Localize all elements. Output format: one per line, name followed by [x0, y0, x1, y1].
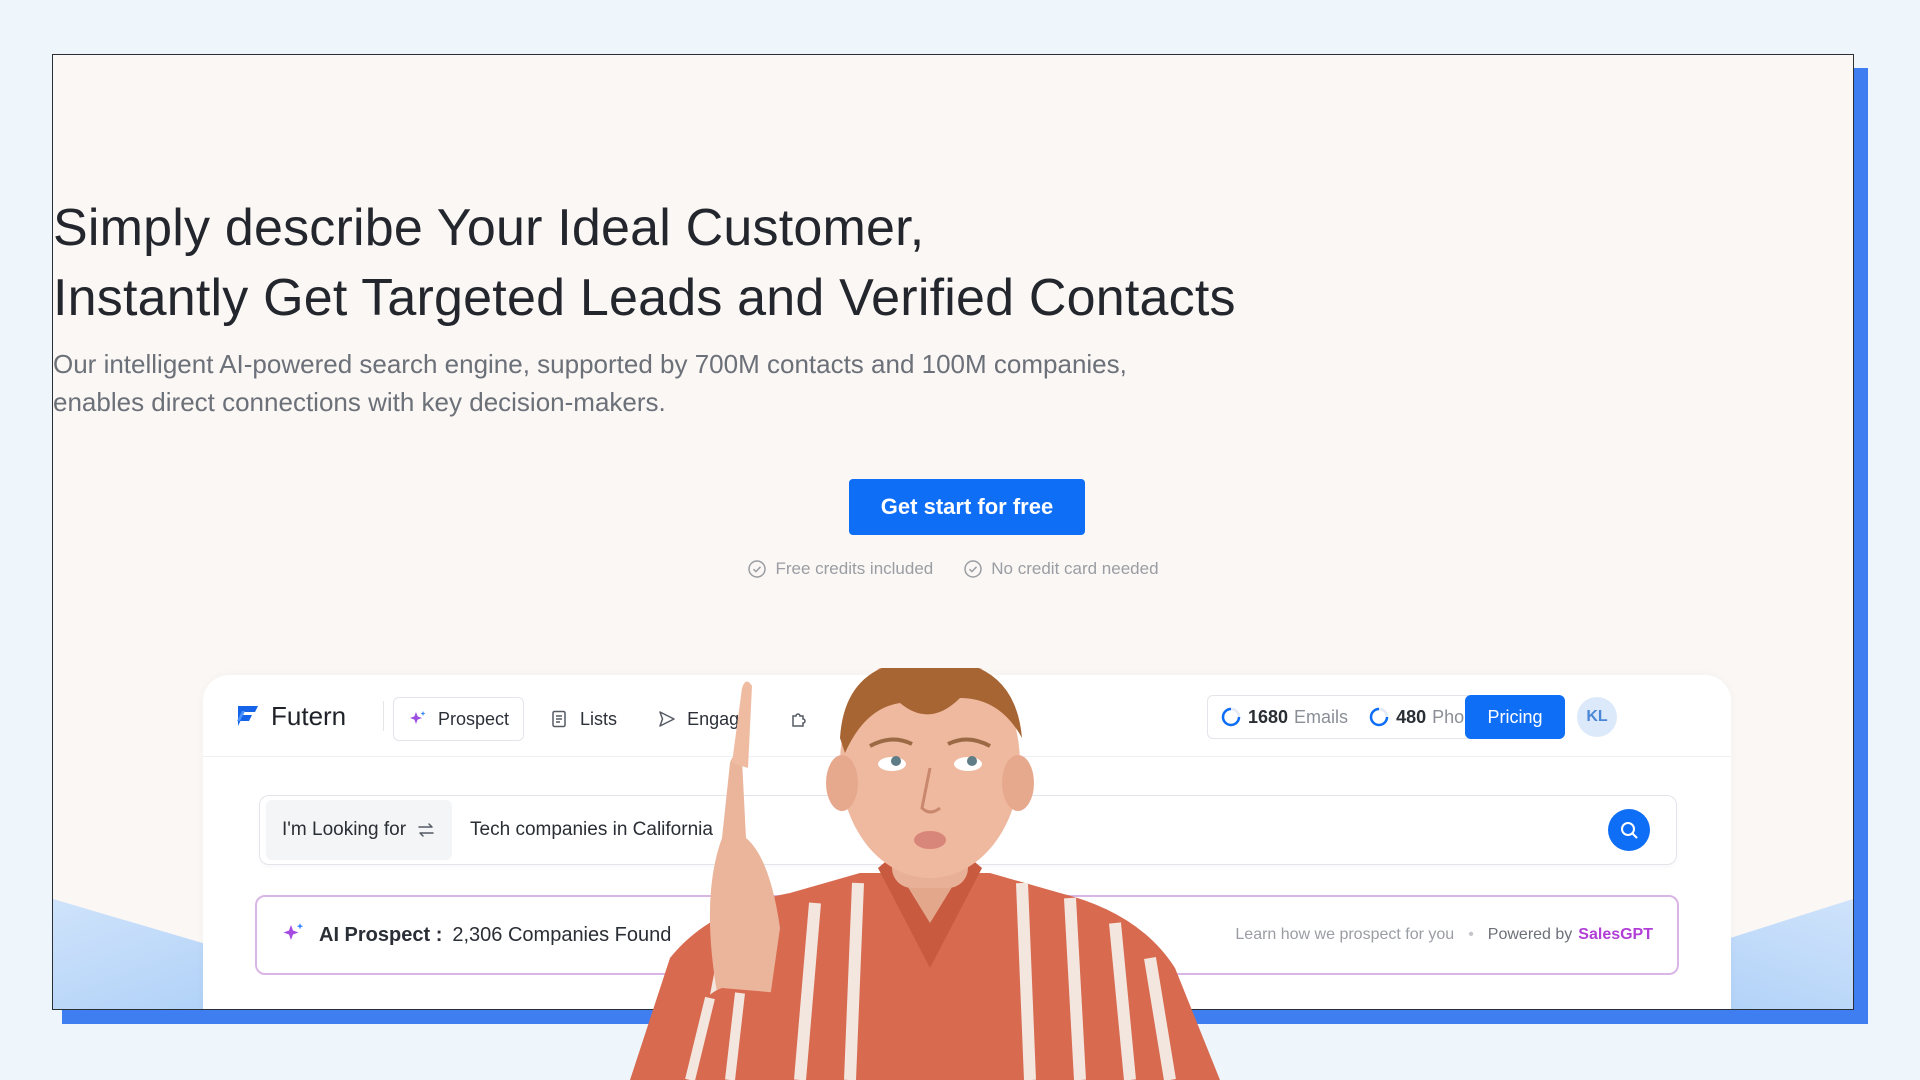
- subheadline-line-2: enables direct connections with key deci…: [53, 387, 666, 417]
- pricing-button[interactable]: Pricing: [1465, 695, 1565, 739]
- perk-label: Free credits included: [775, 559, 934, 578]
- subheadline-line-1: Our intelligent AI-powered search engine…: [53, 349, 1127, 379]
- list-icon: [552, 710, 566, 728]
- search-button[interactable]: [1608, 809, 1650, 851]
- swap-icon: [418, 823, 434, 837]
- futern-logo-icon: [237, 705, 258, 726]
- check-circle-icon: [964, 560, 983, 578]
- person-thinking-image: [630, 668, 1220, 1080]
- ai-prospect-label: AI Prospect :: [319, 923, 443, 946]
- perk-no-card: No credit card needed: [963, 559, 1159, 579]
- salesgpt-brand[interactable]: SalesGPT: [1578, 926, 1653, 944]
- email-credits-count: 1680: [1248, 706, 1289, 727]
- search-mode-toggle[interactable]: I'm Looking for: [266, 800, 453, 860]
- email-credits-label: Emails: [1294, 706, 1349, 727]
- powered-by-label: Powered by: [1487, 926, 1573, 943]
- headline-line-1: Simply describe Your Ideal Customer,: [53, 199, 925, 257]
- loading-ring-icon: [1221, 707, 1241, 727]
- get-started-button[interactable]: Get start for free: [849, 479, 1085, 535]
- perk-free-credits: Free credits included: [747, 559, 933, 579]
- learn-how-link[interactable]: Learn how we prospect for you: [1235, 926, 1454, 944]
- app-logo[interactable]: Futern: [235, 701, 346, 732]
- credits-panel: 1680 Emails 480 Phones: [1207, 695, 1507, 739]
- nav-label: Lists: [580, 708, 618, 729]
- topbar-divider: [383, 701, 384, 731]
- user-avatar[interactable]: KL: [1577, 697, 1617, 737]
- perk-label: No credit card needed: [991, 559, 1159, 578]
- perks-row: Free credits included No credit card nee…: [53, 559, 1853, 579]
- nav-prospect[interactable]: Prospect: [393, 697, 525, 741]
- hero-headline: Simply describe Your Ideal Customer, Ins…: [53, 193, 1853, 333]
- ai-sparkle-icon: [281, 920, 307, 951]
- search-mode-label: I'm Looking for: [282, 819, 407, 840]
- hero-subheadline: Our intelligent AI-powered search engine…: [53, 345, 1853, 421]
- headline-line-2: Instantly Get Targeted Leads and Verifie…: [53, 269, 1236, 327]
- sparkle-icon: [410, 711, 426, 724]
- nav-lists[interactable]: Lists: [536, 697, 631, 741]
- logo-text: Futern: [271, 701, 347, 731]
- email-credits: 1680 Emails: [1220, 706, 1348, 728]
- phone-credits-count: 480: [1396, 706, 1427, 727]
- nav-label: Prospect: [438, 708, 510, 729]
- separator-dot: •: [1468, 926, 1474, 943]
- ai-prospect-meta: Learn how we prospect for you • Powered …: [1235, 926, 1653, 944]
- loading-ring-icon: [1369, 707, 1389, 727]
- check-circle-icon: [748, 560, 767, 578]
- search-icon: [1621, 822, 1638, 839]
